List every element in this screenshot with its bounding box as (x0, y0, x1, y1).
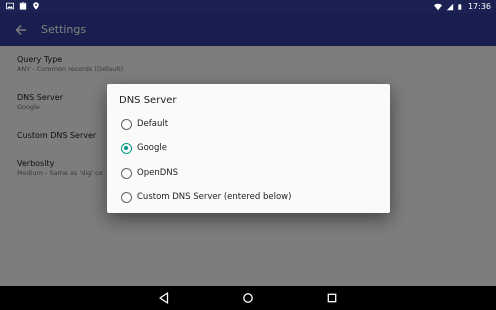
image-icon (6, 2, 14, 10)
navigation-bar (0, 286, 496, 310)
signal-icon (446, 3, 454, 10)
option-label: Google (137, 143, 167, 153)
option-label: Custom DNS Server (entered below) (137, 192, 292, 202)
system-icons: 17:36 (433, 1, 491, 12)
wifi-icon (433, 3, 442, 10)
option-label: Default (137, 119, 169, 129)
option-custom-dns-server[interactable]: Custom DNS Server (entered below) (121, 189, 291, 205)
radio-button[interactable] (121, 191, 132, 203)
notification-icons (6, 2, 40, 10)
option-google[interactable]: Google (121, 140, 167, 156)
dialog-title: DNS Server (119, 95, 177, 106)
status-bar: 17:36 (0, 0, 496, 13)
location-pin-icon (33, 2, 39, 10)
battery-icon (458, 3, 462, 10)
home-circle-icon[interactable] (241, 291, 255, 305)
option-default[interactable]: Default (121, 116, 168, 132)
option-label: OpenDNS (137, 168, 179, 178)
back-triangle-icon[interactable] (157, 291, 171, 305)
radio-button-checked[interactable] (121, 142, 132, 154)
clipboard-icon (19, 2, 27, 10)
option-opendns[interactable]: OpenDNS (121, 165, 178, 181)
recents-square-icon[interactable] (325, 291, 339, 305)
radio-button[interactable] (121, 167, 132, 179)
dns-server-dialog: DNS Server Default Google OpenDNS Custom… (107, 84, 390, 213)
radio-button[interactable] (121, 118, 132, 130)
status-time: 17:36 (467, 2, 491, 11)
